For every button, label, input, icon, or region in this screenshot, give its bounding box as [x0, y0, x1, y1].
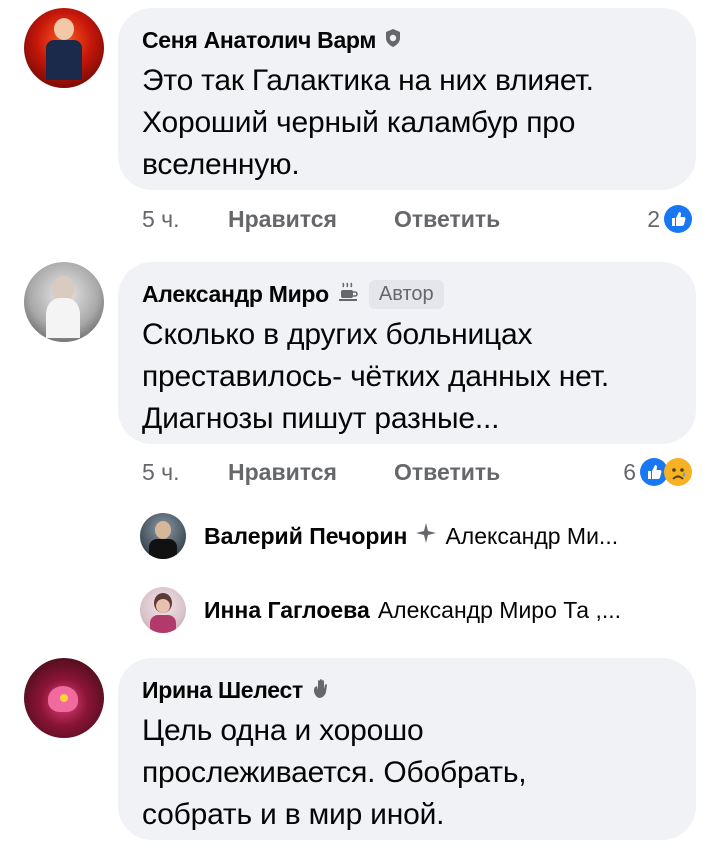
- avatar-commenter-1[interactable]: [24, 8, 104, 88]
- reaction-summary-2[interactable]: 6: [623, 455, 692, 489]
- reaction-summary-1[interactable]: 2: [647, 202, 692, 236]
- timestamp[interactable]: 5 ч.: [142, 459, 228, 486]
- reply-button[interactable]: Ответить: [394, 459, 500, 486]
- reply-author[interactable]: Валерий Печорин: [204, 523, 407, 550]
- reply-preview-2[interactable]: Инна Гаглоева Александр Миро Та ,...: [140, 586, 621, 634]
- reply-text: Александр Миро Та ,...: [377, 596, 622, 623]
- shield-icon: [384, 28, 402, 53]
- reaction-count: 2: [647, 205, 660, 232]
- sparkle-icon: [415, 522, 437, 550]
- like-button[interactable]: Нравится: [228, 206, 394, 233]
- comment-bubble-2: Александр Миро Автор Сколько в других бо…: [118, 262, 696, 444]
- avatar-replier-2[interactable]: [140, 587, 186, 633]
- waving-hand-icon: [311, 677, 333, 704]
- comment-text: Это так Галактика на них влияет. Хороший…: [142, 64, 594, 181]
- comment-bubble-3: Ирина Шелест Цель одна и хорошо прослежи…: [118, 658, 696, 840]
- reaction-count: 6: [623, 458, 636, 485]
- author-badge: Автор: [368, 279, 444, 309]
- coffee-cup-icon: [337, 281, 359, 308]
- comment-author[interactable]: Ирина Шелест: [142, 677, 303, 704]
- like-button[interactable]: Нравится: [228, 459, 394, 486]
- sad-reaction-icon: [664, 458, 692, 486]
- comment-actions-2: 5 ч. Нравится Ответить: [142, 455, 500, 489]
- avatar-replier-1[interactable]: [140, 513, 186, 559]
- comment-author[interactable]: Александр Миро: [142, 281, 329, 308]
- like-reaction-icon: [664, 205, 692, 233]
- avatar-commenter-3[interactable]: [24, 658, 104, 738]
- reply-author[interactable]: Инна Гаглоева: [204, 597, 370, 624]
- comment-text: Сколько в других больницах преставилось-…: [142, 318, 609, 435]
- reply-preview-1[interactable]: Валерий Печорин Александр Ми...: [140, 512, 618, 560]
- reply-text: Александр Ми...: [445, 522, 619, 549]
- comment-author[interactable]: Сеня Анатолич Варм: [142, 27, 376, 54]
- timestamp[interactable]: 5 ч.: [142, 206, 228, 233]
- comment-text: Цель одна и хорошо прослеживается. Обобр…: [142, 714, 527, 831]
- reply-button[interactable]: Ответить: [394, 206, 500, 233]
- avatar-commenter-2[interactable]: [24, 262, 104, 342]
- comment-actions-1: 5 ч. Нравится Ответить: [142, 202, 500, 236]
- comment-bubble-1: Сеня Анатолич Варм Это так Галактика на …: [118, 8, 696, 190]
